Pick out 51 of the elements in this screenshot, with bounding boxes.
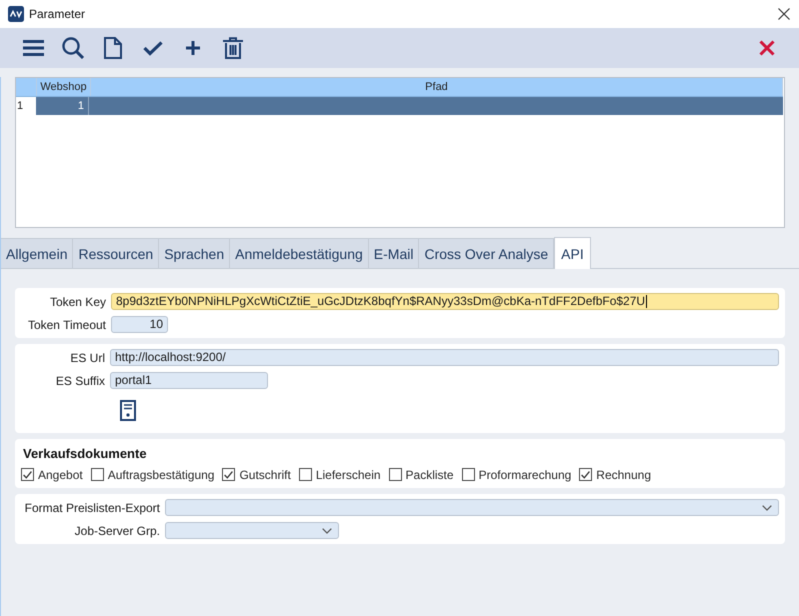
checkbox-label: Lieferschein [316,468,381,482]
checkmark-icon[interactable] [143,40,163,56]
tab[interactable]: Cross Over Analyse [419,238,554,268]
checkbox-label: Proformarechung [478,468,572,482]
text-field[interactable]: 8p9d3ztEYb0NPNiHLPgXcWtiCtZtiE_uGcJDtzK8bqfYn$RANyy33sDm@cbKa-nTdFF2DefbFo$27U [111,293,779,310]
text-field[interactable]: portal1 [110,372,268,389]
plus-icon[interactable] [186,41,200,55]
check-icon [581,470,590,478]
checkbox[interactable] [90,468,104,481]
tab[interactable]: Ressourcen [73,238,160,268]
tab[interactable]: API [554,237,591,269]
app-logo-icon [8,6,24,22]
table-cell: 1 [36,97,89,115]
text-field[interactable]: http://localhost:9200/ [110,349,779,366]
checkbox[interactable] [21,468,34,481]
check-icon [224,470,234,478]
checkbox[interactable] [222,468,236,481]
checkbox-label: Gutschrift [239,468,291,482]
trash-icon[interactable] [223,37,243,59]
chevron-down-icon [322,528,332,534]
number-field[interactable]: 10 [111,316,168,333]
checkbox-label: Packliste [406,468,454,482]
field-label: Token Timeout [26,318,106,332]
check-icon [23,470,32,478]
close-icon[interactable] [778,8,790,20]
tab[interactable]: Sprachen [159,238,230,268]
tab[interactable]: E-Mail [368,238,420,268]
checkbox[interactable] [298,468,312,481]
column-header: Webshop [37,78,91,96]
tab[interactable]: Anmeldebestätigung [230,238,369,268]
checkbox[interactable] [462,468,475,481]
field-label: Job-Server Grp. [74,524,160,538]
menu-icon[interactable] [22,40,44,56]
checkbox-label: Auftragsbestätigung [108,468,214,482]
tab[interactable]: Allgemein [1,238,74,268]
window-title: Parameter [29,7,86,21]
document-icon[interactable] [104,37,122,59]
field-label: ES Url [69,350,105,364]
server-icon[interactable] [120,400,136,421]
field-label: ES Suffix [54,374,105,388]
checkbox-label: Rechnung [596,468,652,482]
checkbox[interactable] [388,468,402,481]
search-icon[interactable] [62,37,84,59]
field-label: Token Key [48,294,106,308]
table-row[interactable]: 1 [36,97,783,115]
field-label: Format Preislisten-Export [24,500,160,514]
chevron-down-icon [762,504,772,510]
checkbox[interactable] [579,468,592,481]
section-title: Verkaufsdokumente [23,446,147,461]
column-header: Pfad [91,78,783,96]
checkbox-label: Angebot [38,468,83,482]
